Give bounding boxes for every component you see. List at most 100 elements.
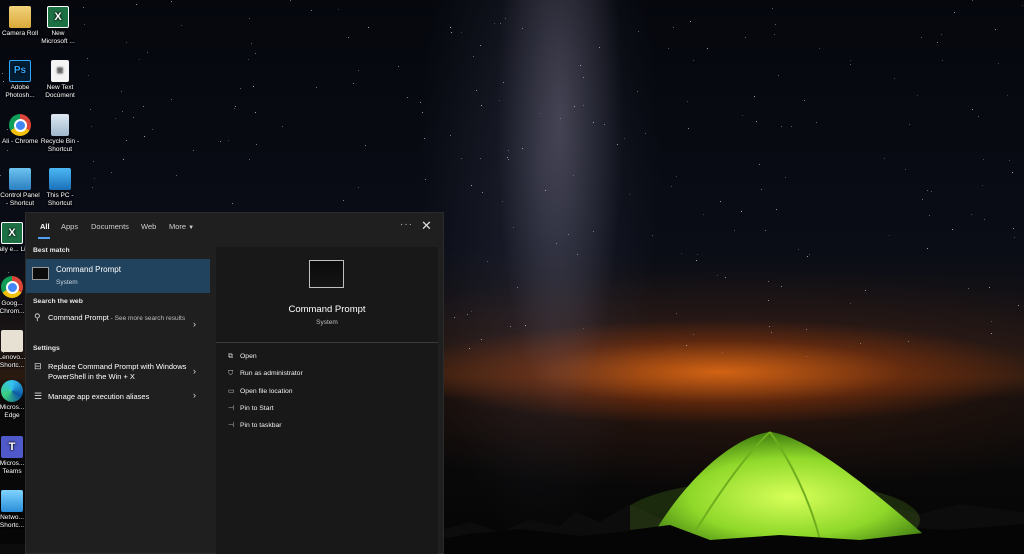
tab-more[interactable]: More ▼: [169, 222, 194, 231]
tab-documents[interactable]: Documents: [91, 222, 129, 231]
desktop-icon-new-microsoft[interactable]: X New Microsoft ...: [38, 6, 78, 46]
star: [942, 60, 943, 61]
star: [927, 248, 928, 249]
desktop-icon-ali-chrome[interactable]: Ali - Chrome: [0, 114, 40, 146]
settings-item-app-execution-aliases[interactable]: ☰ Manage app execution aliases ›: [26, 390, 210, 407]
star: [425, 179, 426, 180]
action-run-as-administrator[interactable]: ⛉ Run as administrator: [228, 370, 303, 378]
star: [922, 199, 923, 200]
tab-all[interactable]: All: [40, 222, 50, 231]
tab-web[interactable]: Web: [141, 222, 156, 231]
excel-icon: X: [1, 222, 23, 244]
more-options-icon[interactable]: ···: [400, 219, 413, 230]
star: [461, 158, 462, 159]
star: [991, 333, 992, 334]
star: [580, 65, 581, 66]
action-open[interactable]: ⧉ Open: [228, 353, 257, 361]
star: [480, 158, 481, 159]
star: [754, 96, 755, 97]
folder-icon: [9, 6, 31, 28]
web-search-result[interactable]: ⚲ Command Prompt - See more search resul…: [26, 311, 210, 335]
star: [917, 95, 918, 96]
star: [889, 235, 890, 236]
action-pin-to-taskbar[interactable]: ⊣ Pin to taskbar: [228, 421, 282, 429]
command-prompt-icon: [32, 267, 49, 280]
search-results-list: Best match Command Prompt System Search …: [26, 243, 210, 554]
settings-item-replace-powershell[interactable]: ⊟ Replace Command Prompt with Windows Po…: [26, 360, 210, 384]
star: [503, 82, 504, 83]
desktop-icon-this-pc[interactable]: This PC - Shortcut: [40, 168, 80, 208]
star: [671, 186, 672, 187]
star: [909, 124, 910, 125]
star: [256, 144, 257, 145]
recycle-bin-icon: [51, 114, 69, 136]
star: [126, 140, 127, 141]
desktop-icon-new-text-document[interactable]: ≡ New Text Document: [40, 60, 80, 100]
star: [809, 254, 810, 255]
star: [652, 235, 653, 236]
desktop-icon-label: New Microsoft ...: [41, 30, 75, 45]
star: [734, 230, 735, 231]
star: [316, 87, 317, 88]
star: [583, 105, 584, 106]
star: [136, 4, 137, 5]
best-match-title: Command Prompt: [56, 265, 121, 274]
desktop-icon-recycle-bin[interactable]: Recycle Bin - Shortcut: [40, 114, 80, 154]
star: [507, 157, 508, 158]
star: [93, 161, 94, 162]
star: [687, 101, 688, 102]
star: [791, 126, 792, 127]
star: [894, 78, 895, 79]
star: [450, 27, 451, 28]
divider: [216, 342, 438, 343]
star: [540, 113, 541, 114]
chevron-right-icon: ›: [193, 319, 196, 329]
web-search-suffix: - See more search results: [108, 315, 186, 322]
tab-apps[interactable]: Apps: [61, 222, 78, 231]
windows-search-panel: All Apps Documents Web More ▼ ··· ✕ Best …: [25, 212, 444, 554]
star: [645, 133, 646, 134]
star: [133, 117, 134, 118]
star: [358, 70, 359, 71]
star: [972, 109, 973, 110]
star: [560, 118, 561, 119]
star: [769, 326, 770, 327]
star: [921, 37, 922, 38]
star: [968, 288, 969, 289]
star: [282, 126, 283, 127]
star: [908, 341, 909, 342]
action-open-file-location[interactable]: ▭ Open file location: [228, 387, 293, 395]
star: [487, 261, 488, 262]
star: [7, 150, 8, 151]
desktop-icon-label: Control Panel - Shortcut: [0, 192, 40, 207]
star: [819, 48, 820, 49]
best-match-result[interactable]: Command Prompt System: [26, 259, 210, 293]
lenovo-icon: [1, 330, 23, 352]
star: [290, 0, 291, 1]
star: [398, 66, 399, 67]
desktop-icon-control-panel[interactable]: Control Panel - Shortcut: [0, 168, 40, 208]
star: [508, 159, 509, 160]
star: [984, 219, 985, 220]
chevron-right-icon: ›: [193, 390, 196, 400]
star: [690, 21, 691, 22]
star: [593, 231, 594, 232]
star: [765, 230, 766, 231]
star: [1007, 95, 1008, 96]
star: [471, 185, 472, 186]
star: [193, 150, 194, 151]
star: [499, 100, 500, 101]
star: [505, 18, 506, 19]
close-icon[interactable]: ✕: [421, 218, 432, 234]
star: [1012, 172, 1013, 173]
action-pin-to-start[interactable]: ⊣ Pin to Start: [228, 404, 274, 412]
star: [781, 126, 782, 127]
star: [343, 200, 344, 201]
star: [139, 59, 140, 60]
desktop-icon-camera-roll[interactable]: Camera Roll: [0, 6, 40, 38]
list-icon: ☰: [34, 391, 43, 401]
desktop-icon-adobe-photoshop[interactable]: Ps Adobe Photosh...: [0, 60, 40, 100]
search-web-heading: Search the web: [33, 298, 83, 305]
star: [510, 326, 511, 327]
search-icon: ⚲: [34, 312, 41, 322]
